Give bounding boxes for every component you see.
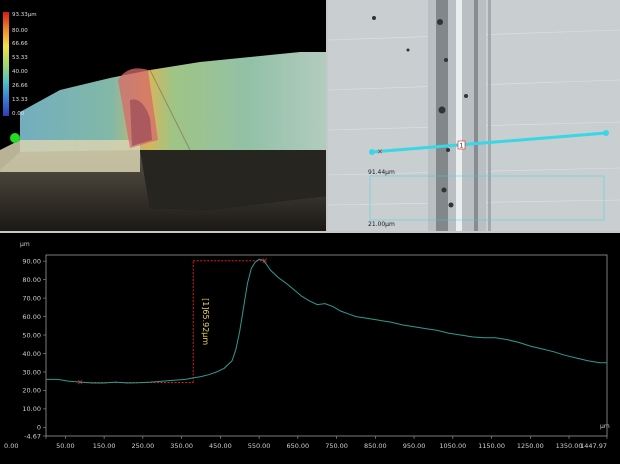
colorbar-label: 93.33μm xyxy=(12,12,37,18)
width-measure-label: 91.44μm xyxy=(368,169,395,176)
colorbar-label: 40.00 xyxy=(12,69,28,75)
y-tick-label: 80.00 xyxy=(22,276,41,284)
x-tick-label: 150.00 xyxy=(93,442,116,450)
colorbar-label: 80.00 xyxy=(12,28,28,34)
measure-point-label: 1 xyxy=(460,143,464,150)
y-axis: 90.00 80.00 70.00 60.00 50.00 40.00 30.00 20.00… xyxy=(22,257,46,440)
height-colorbar xyxy=(3,12,9,116)
camera-image[interactable]: ✕ 1 91.44μm 21.00μm xyxy=(328,0,620,231)
x-tick-label: 1250.00 xyxy=(517,442,544,450)
x-tick-label: 450.00 xyxy=(209,442,232,450)
y-axis-unit: μm xyxy=(20,241,30,248)
depth-measure-label: 21.00μm xyxy=(368,221,395,228)
colorbar-label: 53.33 xyxy=(12,55,28,61)
x-tick-label: 1050.00 xyxy=(439,442,466,450)
measure-x-mark: ✕ xyxy=(262,256,269,265)
colorbar-label: 0.00 xyxy=(12,111,25,117)
cursor-x-mark: ✕ xyxy=(377,148,383,156)
x-axis: 0.00 50.00 150.00 250.00 350.00 450.00 550.00 6… xyxy=(4,436,608,450)
camera-image-view[interactable]: ✕ 1 91.44μm 21.00μm xyxy=(328,0,620,231)
x-axis-unit: μm xyxy=(600,423,610,430)
height-measurement-label: [1]65.92μm xyxy=(201,298,210,345)
y-tick-label: -4.67 xyxy=(24,432,41,440)
x-tick-label: 1447.97 xyxy=(580,442,607,450)
3d-surface-render[interactable]: 93.33μm 80.00 66.66 53.33 40.00 26.66 13… xyxy=(0,0,326,231)
x-tick-label: 650.00 xyxy=(286,442,309,450)
y-tick-label: 70.00 xyxy=(22,294,41,302)
x-tick-label: 1150.00 xyxy=(478,442,505,450)
y-tick-label: 30.00 xyxy=(22,368,41,376)
colorbar-label: 66.66 xyxy=(12,41,28,47)
colorbar-label: 26.66 xyxy=(12,83,28,89)
3d-height-view[interactable]: 93.33μm 80.00 66.66 53.33 40.00 26.66 13… xyxy=(0,0,326,231)
y-tick-label: 10.00 xyxy=(22,405,41,413)
height-measurement[interactable]: ✕✕ xyxy=(77,256,269,387)
y-tick-label: 40.00 xyxy=(22,350,41,358)
profile-chart-panel[interactable]: μm μm 90.00 80.00 70.00 60.00 50.00 40.00 30.0… xyxy=(0,233,620,464)
x-tick-label: 50.00 xyxy=(56,442,75,450)
plot-frame xyxy=(45,254,608,437)
x-tick-label: 250.00 xyxy=(131,442,154,450)
x-tick-label: 950.00 xyxy=(403,442,426,450)
colorbar-label: 13.33 xyxy=(12,97,28,103)
y-tick-label: 20.00 xyxy=(22,387,41,395)
y-tick-label: 90.00 xyxy=(22,257,41,265)
x-tick-label: 0.00 xyxy=(4,442,18,450)
x-tick-label: 850.00 xyxy=(364,442,387,450)
profile-chart[interactable]: μm μm 90.00 80.00 70.00 60.00 50.00 40.00 30.0… xyxy=(0,233,620,464)
y-tick-label: 60.00 xyxy=(22,313,41,321)
y-tick-label: 50.00 xyxy=(22,331,41,339)
panel-divider-vertical[interactable] xyxy=(326,0,328,231)
x-tick-label: 350.00 xyxy=(170,442,193,450)
x-tick-label: 550.00 xyxy=(248,442,271,450)
x-tick-label: 750.00 xyxy=(325,442,348,450)
y-tick-label: 0 xyxy=(37,424,41,432)
profile-line xyxy=(46,258,607,384)
x-tick-label: 1350.00 xyxy=(556,442,583,450)
position-marker-dot[interactable] xyxy=(10,133,20,143)
